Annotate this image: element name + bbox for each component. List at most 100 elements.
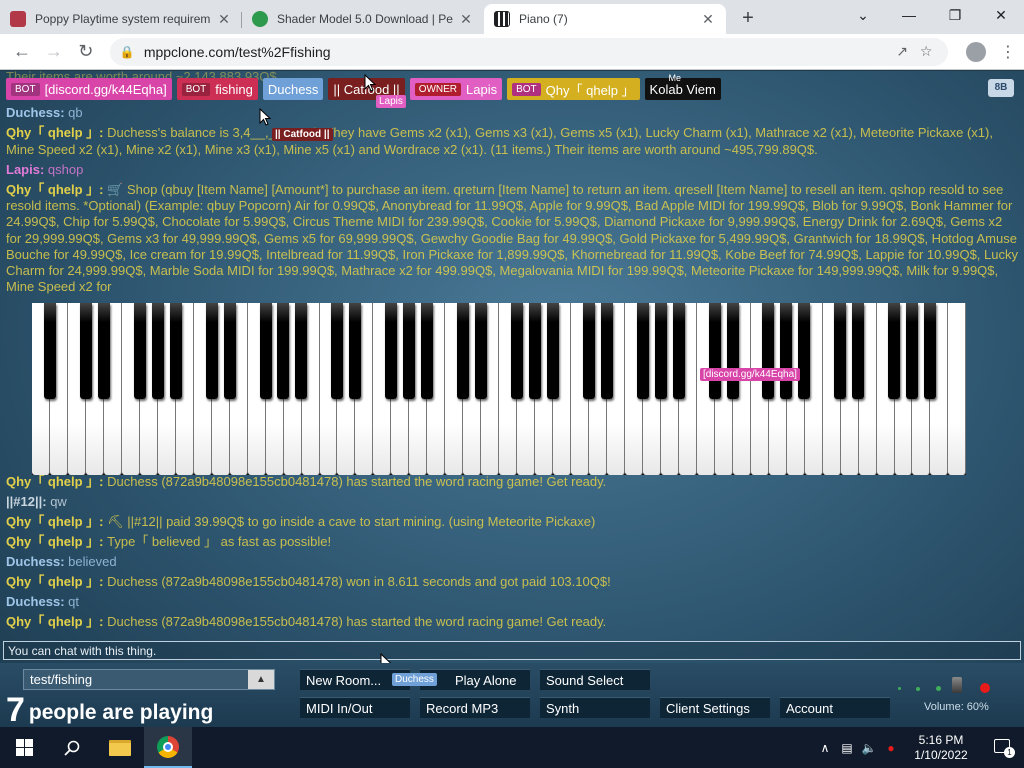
piano-black-key[interactable] <box>133 303 146 399</box>
client-settings-button[interactable]: Client Settings <box>660 697 770 718</box>
menu-kebab-icon[interactable]: ⋮ <box>992 36 1024 68</box>
tab-title: Shader Model 5.0 Download | Pe <box>277 12 453 26</box>
tab-strip: Poppy Playtime system requirem ✕ Shader … <box>0 0 1024 34</box>
start-windows-icon[interactable] <box>0 727 48 768</box>
close-icon[interactable]: ✕ <box>458 11 474 28</box>
user-badge-duchess[interactable]: Duchess <box>262 78 324 100</box>
sound-select-button[interactable]: Sound Select <box>540 669 650 690</box>
room-select[interactable]: test/fishing ▲ <box>23 669 275 690</box>
back-button[interactable]: ← <box>6 36 38 68</box>
network-icon[interactable]: ▤ <box>836 741 858 755</box>
tab-poppy-playtime[interactable]: Poppy Playtime system requirem ✕ <box>0 4 242 34</box>
cursor-label-catfood: || Catfood || <box>272 128 333 141</box>
tab-piano[interactable]: Piano (7) ✕ <box>484 4 726 34</box>
chat-log-recent: Qhy「 qhelp 」: Duchess (872a9b48098e155cb… <box>6 474 1020 634</box>
piano-black-key[interactable] <box>888 303 901 399</box>
piano-black-key[interactable] <box>798 303 811 399</box>
piano-black-key[interactable] <box>151 303 164 399</box>
piano-black-key[interactable] <box>582 303 595 399</box>
piano-black-key[interactable] <box>205 303 218 399</box>
forward-button[interactable]: → <box>38 36 70 68</box>
restore-button[interactable]: ❐ <box>932 0 978 30</box>
chat-author: Duchess: <box>6 105 65 121</box>
warning-badge-icon[interactable]: ● <box>880 741 902 755</box>
chevron-up-icon[interactable]: ▲ <box>248 670 274 689</box>
synth-button[interactable]: Synth <box>540 697 650 718</box>
piano-black-key[interactable] <box>636 303 649 399</box>
piano-black-key[interactable] <box>546 303 559 399</box>
indicator-led <box>936 686 941 691</box>
piano-black-key[interactable] <box>349 303 362 399</box>
user-badge-qhy[interactable]: BOT Qhy「 qhelp 」 <box>507 78 640 100</box>
url-text[interactable]: mppclone.com/test%2Ffishing <box>144 44 890 60</box>
user-badge-kolab-viem[interactable]: Me Kolab Viem <box>644 73 721 100</box>
piano-black-key[interactable] <box>79 303 92 399</box>
piano-black-key[interactable] <box>834 303 847 399</box>
tab-search-button[interactable]: ⌄ <box>840 0 886 30</box>
piano-black-key[interactable] <box>421 303 434 399</box>
chat-input[interactable]: You can chat with this thing. <box>3 641 1021 660</box>
record-mp3-button[interactable]: Record MP3 <box>420 697 530 718</box>
piano-black-key[interactable] <box>295 303 308 399</box>
piano-black-key[interactable] <box>223 303 236 399</box>
me-label: Me <box>668 73 682 83</box>
piano-black-key[interactable] <box>475 303 488 399</box>
file-explorer-icon[interactable] <box>96 727 144 768</box>
piano-black-key[interactable] <box>457 303 470 399</box>
clock[interactable]: 5:16 PM 1/10/2022 <box>902 733 980 763</box>
volume-knob-icon[interactable] <box>952 677 962 693</box>
piano-black-key[interactable] <box>277 303 290 399</box>
speaker-muted-icon[interactable]: 🔈 <box>858 741 880 755</box>
address-bar[interactable]: 🔒 mppclone.com/test%2Ffishing ↗ ☆ <box>109 37 949 66</box>
piano-black-key[interactable] <box>672 303 685 399</box>
piano-keyboard[interactable] <box>32 303 967 475</box>
piano-black-key[interactable] <box>385 303 398 399</box>
bookmark-star-icon[interactable]: ☆ <box>914 43 938 60</box>
piano-black-key[interactable] <box>331 303 344 399</box>
piano-black-key[interactable] <box>924 303 937 399</box>
piano-black-key[interactable] <box>600 303 613 399</box>
piano-black-key[interactable] <box>510 303 523 399</box>
piano-black-key[interactable] <box>906 303 919 399</box>
cursor-label-duchess: Duchess <box>392 673 437 686</box>
piano-black-key[interactable] <box>780 303 793 399</box>
search-icon[interactable] <box>48 727 96 768</box>
midi-in-out-button[interactable]: MIDI In/Out <box>300 697 410 718</box>
piano-black-key[interactable] <box>169 303 182 399</box>
close-icon[interactable]: ✕ <box>216 11 232 28</box>
user-badge-fishing[interactable]: BOT fishing <box>176 78 258 100</box>
chat-message: Qhy「 qhelp 」: Duchess's balance is 3,4__… <box>6 125 1020 157</box>
piano-black-key[interactable] <box>528 303 541 399</box>
reload-button[interactable]: ↻ <box>70 36 102 68</box>
user-badge-lapis[interactable]: OWNER Lapis <box>409 78 503 100</box>
chevron-up-icon[interactable]: ∧ <box>814 741 836 755</box>
piano-black-key[interactable] <box>403 303 416 399</box>
close-icon[interactable]: ✕ <box>700 11 716 28</box>
tab-shader-model[interactable]: Shader Model 5.0 Download | Pe ✕ <box>242 4 484 34</box>
notifications-icon[interactable]: 1 <box>980 739 1024 758</box>
user-badge-discord-bot[interactable]: BOT [discord.gg/k44Eqha] <box>6 78 172 100</box>
piano-black-key[interactable] <box>654 303 667 399</box>
lock-icon[interactable]: 🔒 <box>120 45 136 59</box>
account-button[interactable]: Account <box>780 697 890 718</box>
tab-title: Piano (7) <box>519 12 568 26</box>
chat-text: Duchess (872a9b48098e155cb0481478) has s… <box>107 614 607 629</box>
profile-avatar-icon[interactable] <box>960 36 992 68</box>
window-close-button[interactable]: ✕ <box>978 0 1024 30</box>
toggle-button-8b[interactable]: 8B <box>988 79 1014 97</box>
new-tab-button[interactable]: + <box>734 4 762 32</box>
piano-black-key[interactable] <box>259 303 272 399</box>
player-count-label: people are playing <box>28 701 214 724</box>
piano-black-key[interactable] <box>708 303 721 399</box>
user-name: Lapis <box>466 81 498 97</box>
chat-message: Qhy「 qhelp 」: 🛒 Shop (qbuy [Item Name] [… <box>6 182 1020 295</box>
piano-black-key[interactable] <box>762 303 775 399</box>
piano-black-key[interactable] <box>726 303 739 399</box>
piano-black-key[interactable] <box>97 303 110 399</box>
share-icon[interactable]: ↗ <box>890 43 914 60</box>
volume-control[interactable]: Volume: 60% <box>890 677 1020 717</box>
piano-black-key[interactable] <box>43 303 56 399</box>
piano-black-key[interactable] <box>852 303 865 399</box>
minimize-button[interactable]: — <box>886 0 932 30</box>
chrome-icon[interactable] <box>144 727 192 768</box>
